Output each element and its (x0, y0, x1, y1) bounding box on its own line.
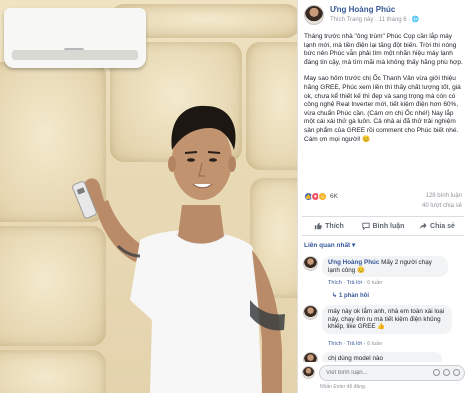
replies-label: 1 phản hồi (339, 293, 370, 299)
comment-actions: Thích · Trả lời · 6 tuần (328, 280, 383, 286)
comment-item: Ưng Hoàng Phúc Mấy 2 người chạy lạnh côn… (303, 256, 464, 304)
comment-item: máy này ok lắm anh, nhà em toàn xài loại… (303, 305, 464, 351)
comment-bubble: máy này ok lắm anh, nhà em toàn xài loại… (322, 305, 452, 334)
comment-item: chị dùng model nào (303, 352, 464, 362)
gif-icon[interactable] (453, 369, 460, 376)
reactions-summary[interactable]: 👍 ♥ ☺ 6K (304, 192, 338, 201)
post-stats: 👍 ♥ ☺ 6K 128 bình luận 40 lượt chia sẻ (304, 192, 462, 214)
post-actions: Thích Bình luận Chia sẻ (302, 216, 464, 236)
post-header: Ưng Hoàng Phúc Thích Trang này · 11 thán… (304, 4, 464, 28)
post-sidebar: Ưng Hoàng Phúc Thích Trang này · 11 thán… (297, 0, 468, 393)
share-button[interactable]: Chia sẻ (410, 217, 464, 235)
post-paragraph: May sao hôm trước chị Ốc Thanh Vân vừa g… (304, 75, 461, 143)
author-name[interactable]: Ưng Hoàng Phúc (330, 5, 395, 14)
comment-bubble: chị dùng model nào (322, 352, 442, 362)
comment-reply-link[interactable]: Trả lời (347, 280, 363, 286)
commenter-name[interactable]: Ưng Hoàng Phúc (328, 259, 379, 266)
comment-reply-link[interactable]: Trả lời (347, 341, 363, 347)
post-meta[interactable]: Thích Trang này · 11 tháng 6 · 🌐 (330, 16, 419, 23)
post-text: Tháng trước nhà "ông trùm" Phúc Cọp cần … (304, 33, 464, 152)
like-label: Thích (325, 222, 344, 230)
reaction-count: 6K (330, 193, 338, 200)
comment-bubble: Ưng Hoàng Phúc Mấy 2 người chạy lạnh côn… (322, 256, 448, 278)
comment-count[interactable]: 128 bình luận (426, 193, 462, 199)
composer-icons (433, 369, 460, 376)
camera-icon[interactable] (443, 369, 450, 376)
comment-like-link[interactable]: Thích (328, 280, 342, 286)
haha-reaction-icon: ☺ (318, 192, 327, 201)
like-button[interactable]: Thích (302, 217, 356, 235)
post-paragraph: Tháng trước nhà "ông trùm" Phúc Cọp cần … (304, 33, 463, 66)
share-count[interactable]: 40 lượt chia sẻ (422, 203, 462, 209)
comment-text: máy này ok lắm anh, nhà em toàn xài loại… (328, 308, 445, 331)
commenter-avatar[interactable] (303, 305, 318, 320)
thumbs-up-icon (314, 222, 323, 230)
reply-arrow-icon: ↳ (332, 293, 338, 299)
commenter-avatar[interactable] (303, 256, 318, 271)
author-avatar[interactable] (304, 5, 324, 25)
share-label: Chia sẻ (430, 222, 455, 230)
comment-icon (361, 222, 370, 230)
current-user-avatar (302, 366, 315, 379)
share-icon (419, 222, 427, 230)
emoji-icon[interactable] (433, 369, 440, 376)
comment-composer (302, 364, 465, 382)
comment-sort-dropdown[interactable]: Liên quan nhất ▾ (304, 241, 355, 249)
comment-label: Bình luận (372, 222, 405, 230)
comment-like-link[interactable]: Thích (328, 341, 342, 347)
post-photo[interactable] (0, 0, 297, 393)
comment-time[interactable]: 6 tuần (367, 280, 382, 286)
view-replies-link[interactable]: ↳ 1 phản hồi (332, 292, 369, 299)
comment-time[interactable]: 6 tuần (367, 341, 382, 347)
composer-hint: Nhấn Enter để đăng. (320, 384, 367, 390)
comment-button[interactable]: Bình luận (356, 217, 410, 235)
comment-actions: Thích · Trả lời · 6 tuần (328, 341, 383, 347)
comment-text: chị dùng model nào (328, 355, 383, 362)
commenter-avatar[interactable] (303, 352, 318, 362)
man-figure (72, 105, 285, 393)
